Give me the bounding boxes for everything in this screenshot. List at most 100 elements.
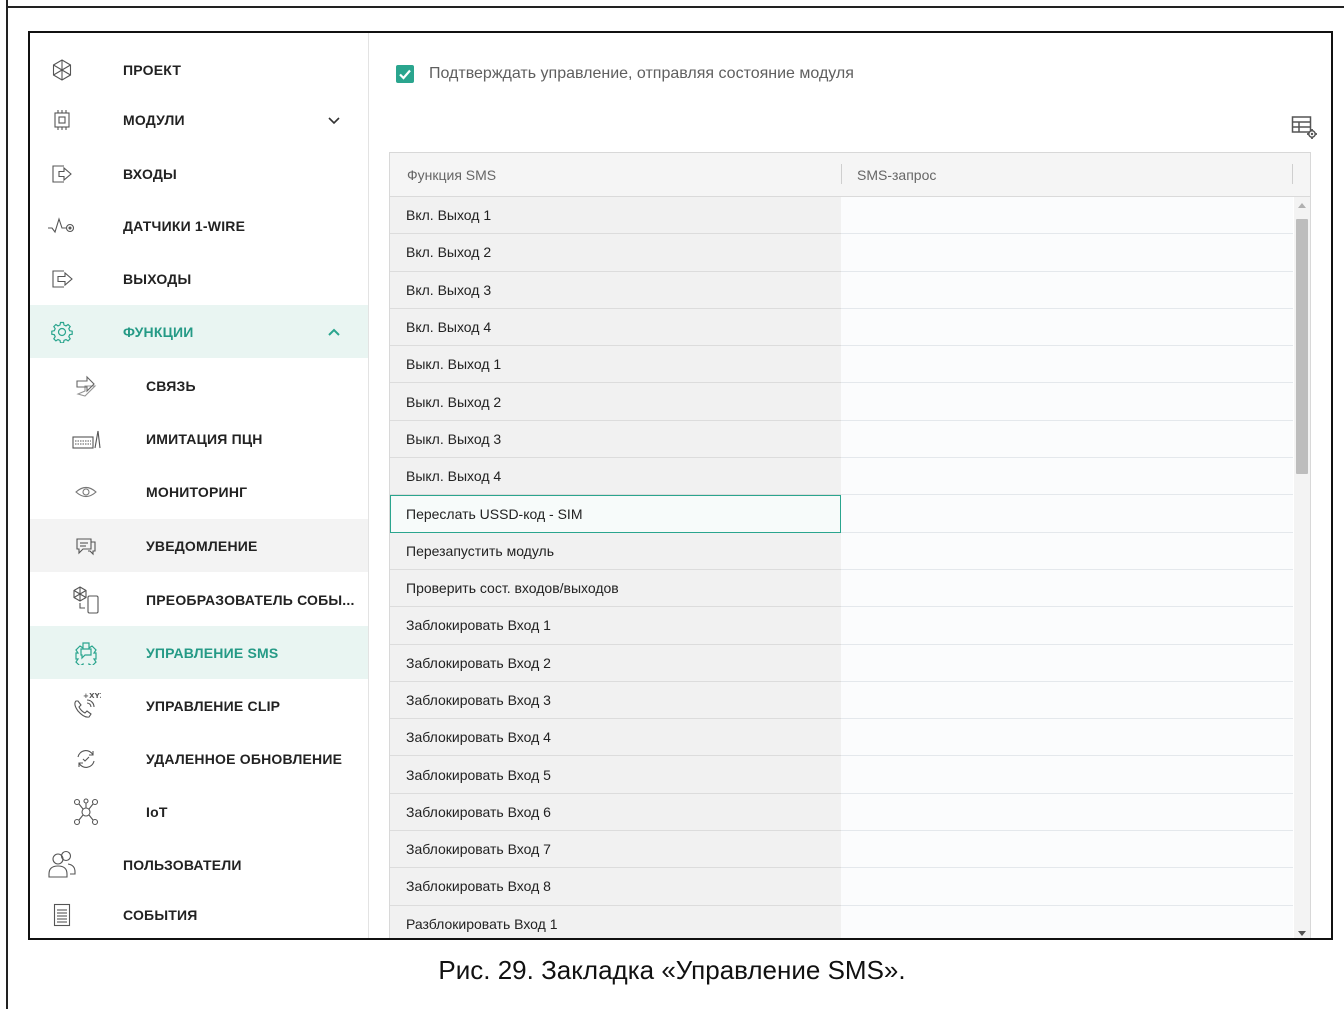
sidebar-item-communication[interactable]: СВЯЗЬ [30, 360, 368, 412]
events-icon [46, 899, 78, 931]
sms-request-cell[interactable] [841, 569, 1293, 608]
sidebar-item-inputs[interactable]: ВХОДЫ [30, 149, 368, 199]
table-row[interactable]: Заблокировать Вход 3 [390, 681, 1293, 720]
sms-function-cell: Заблокировать Вход 2 [390, 644, 841, 682]
sidebar-item-events[interactable]: СОБЫТИЯ [30, 892, 368, 938]
column-header-sms-request[interactable]: SMS-запрос [857, 153, 936, 196]
sidebar-item-label: УПРАВЛЕНИЕ CLIP [146, 698, 281, 714]
table-row-selected[interactable]: Переслать USSD-код - SIM [390, 495, 1293, 533]
sidebar-item-label: ИМИТАЦИЯ ПЦН [146, 431, 263, 447]
sms-request-cell[interactable] [841, 681, 1293, 720]
table-row[interactable]: Выкл. Выход 2 [390, 383, 1293, 421]
users-icon [46, 849, 78, 881]
sms-function-cell: Заблокировать Вход 1 [390, 607, 841, 645]
table-row[interactable]: Заблокировать Вход 5 [390, 756, 1293, 794]
sidebar-item-iot[interactable]: IoT [30, 786, 368, 838]
sidebar-item-event-converter[interactable]: ПРЕОБРАЗОВАТЕЛЬ СОБЫ... [30, 573, 368, 626]
sidebar-item-modules[interactable]: МОДУЛИ [30, 96, 368, 144]
sidebar-item-sms-control[interactable]: УПРАВЛЕНИЕ SMS [30, 626, 368, 679]
sidebar: ПРОЕКТ МОДУЛИ ВХОДЫ ДАТЧИКИ 1-WIRE ВЫХОД… [30, 33, 369, 938]
scroll-down-arrow-icon[interactable] [1298, 931, 1306, 936]
sms-request-cell[interactable] [841, 346, 1293, 384]
column-separator[interactable] [841, 164, 842, 184]
sms-function-cell: Вкл. Выход 1 [390, 197, 841, 235]
sms-function-cell: Заблокировать Вход 6 [390, 793, 841, 832]
sms-function-cell: Проверить сост. входов/выходов [390, 569, 841, 608]
sidebar-item-functions[interactable]: ФУНКЦИИ [30, 305, 368, 358]
table-row[interactable]: Вкл. Выход 1 [390, 197, 1293, 235]
column-header-sms-function[interactable]: Функция SMS [407, 153, 496, 196]
scrollbar-thumb[interactable] [1296, 219, 1308, 474]
sidebar-item-label: ВХОДЫ [123, 166, 177, 182]
sidebar-item-notification[interactable]: УВЕДОМЛЕНИЕ [30, 519, 368, 572]
sms-function-cell: Заблокировать Вход 3 [390, 681, 841, 720]
table-scrollbar[interactable] [1294, 197, 1310, 938]
table-row[interactable]: Вкл. Выход 3 [390, 271, 1293, 309]
sms-request-cell[interactable] [841, 607, 1293, 645]
sms-request-cell[interactable] [841, 420, 1293, 459]
remote-update-icon [70, 743, 102, 775]
sidebar-item-remote-update[interactable]: УДАЛЕННОЕ ОБНОВЛЕНИЕ [30, 733, 368, 785]
sms-control-icon [70, 637, 102, 669]
table-row[interactable]: Заблокировать Вход 6 [390, 793, 1293, 832]
project-icon [46, 54, 78, 86]
sms-request-cell[interactable] [841, 644, 1293, 682]
table-row[interactable]: Выкл. Выход 4 [390, 458, 1293, 496]
sms-request-cell[interactable] [841, 831, 1293, 869]
table-row[interactable]: Заблокировать Вход 4 [390, 719, 1293, 757]
table-row[interactable]: Заблокировать Вход 8 [390, 868, 1293, 906]
sms-function-cell: Переслать USSD-код - SIM [390, 495, 841, 533]
table-row[interactable]: Разблокировать Вход 1 [390, 905, 1293, 938]
sms-function-cell: Заблокировать Вход 4 [390, 719, 841, 757]
sms-request-cell[interactable] [841, 756, 1293, 794]
table-row[interactable]: Заблокировать Вход 7 [390, 831, 1293, 869]
sms-request-cell[interactable] [841, 234, 1293, 272]
sms-request-cell[interactable] [841, 532, 1293, 570]
sms-function-cell: Выкл. Выход 1 [390, 346, 841, 384]
sms-request-cell[interactable] [841, 271, 1293, 309]
sms-request-cell[interactable] [841, 197, 1293, 235]
table-row[interactable]: Заблокировать Вход 1 [390, 607, 1293, 645]
sidebar-item-project[interactable]: ПРОЕКТ [30, 46, 368, 94]
sidebar-item-station-emulation[interactable]: ИМИТАЦИЯ ПЦН [30, 413, 368, 465]
sms-request-cell[interactable] [841, 383, 1293, 421]
table-row[interactable]: Выкл. Выход 3 [390, 420, 1293, 459]
notification-icon [70, 530, 102, 562]
sms-request-cell[interactable] [841, 458, 1293, 496]
module-icon [46, 104, 78, 136]
sidebar-item-clip-control[interactable]: +XYZ УПРАВЛЕНИЕ CLIP [30, 680, 368, 732]
sms-request-cell[interactable] [841, 308, 1293, 347]
chevron-down-icon[interactable] [326, 112, 342, 128]
sms-request-cell[interactable] [841, 868, 1293, 906]
table-row[interactable]: Проверить сост. входов/выходов [390, 569, 1293, 608]
table-row[interactable]: Выкл. Выход 1 [390, 346, 1293, 384]
sms-function-cell: Вкл. Выход 2 [390, 234, 841, 272]
sidebar-item-1wire-sensors[interactable]: ДАТЧИКИ 1-WIRE [30, 201, 368, 251]
table-row[interactable]: Вкл. Выход 4 [390, 308, 1293, 347]
confirm-checkbox[interactable] [396, 65, 414, 83]
sidebar-item-users[interactable]: ПОЛЬЗОВАТЕЛИ [30, 839, 368, 891]
confirm-control-option[interactable]: Подтверждать управление, отправляя состо… [396, 65, 854, 83]
table-row[interactable]: Заблокировать Вход 2 [390, 644, 1293, 682]
station-emulation-icon [70, 423, 102, 455]
chevron-up-icon[interactable] [326, 324, 342, 340]
sms-function-cell: Заблокировать Вход 5 [390, 756, 841, 794]
sidebar-item-outputs[interactable]: ВЫХОДЫ [30, 254, 368, 304]
eye-icon [70, 476, 102, 508]
sidebar-item-label: СВЯЗЬ [146, 378, 196, 394]
sensor-icon [46, 210, 78, 242]
column-separator[interactable] [1292, 164, 1293, 184]
figure-caption: Рис. 29. Закладка «Управление SMS». [438, 955, 906, 985]
table-settings-icon[interactable] [1291, 115, 1319, 141]
sms-function-cell: Перезапустить модуль [390, 532, 841, 570]
table-row[interactable]: Вкл. Выход 2 [390, 234, 1293, 272]
scroll-up-arrow-icon[interactable] [1298, 203, 1306, 208]
sidebar-item-monitoring[interactable]: МОНИТОРИНГ [30, 466, 368, 518]
table-row[interactable]: Перезапустить модуль [390, 532, 1293, 570]
sms-request-cell[interactable] [841, 793, 1293, 832]
sidebar-item-label: IoT [146, 804, 168, 820]
sms-request-cell[interactable] [841, 719, 1293, 757]
sms-request-cell[interactable] [841, 495, 1293, 533]
table-body: Вкл. Выход 1 Вкл. Выход 2 Вкл. Выход 3 В… [390, 197, 1293, 938]
sms-request-cell[interactable] [841, 905, 1293, 938]
